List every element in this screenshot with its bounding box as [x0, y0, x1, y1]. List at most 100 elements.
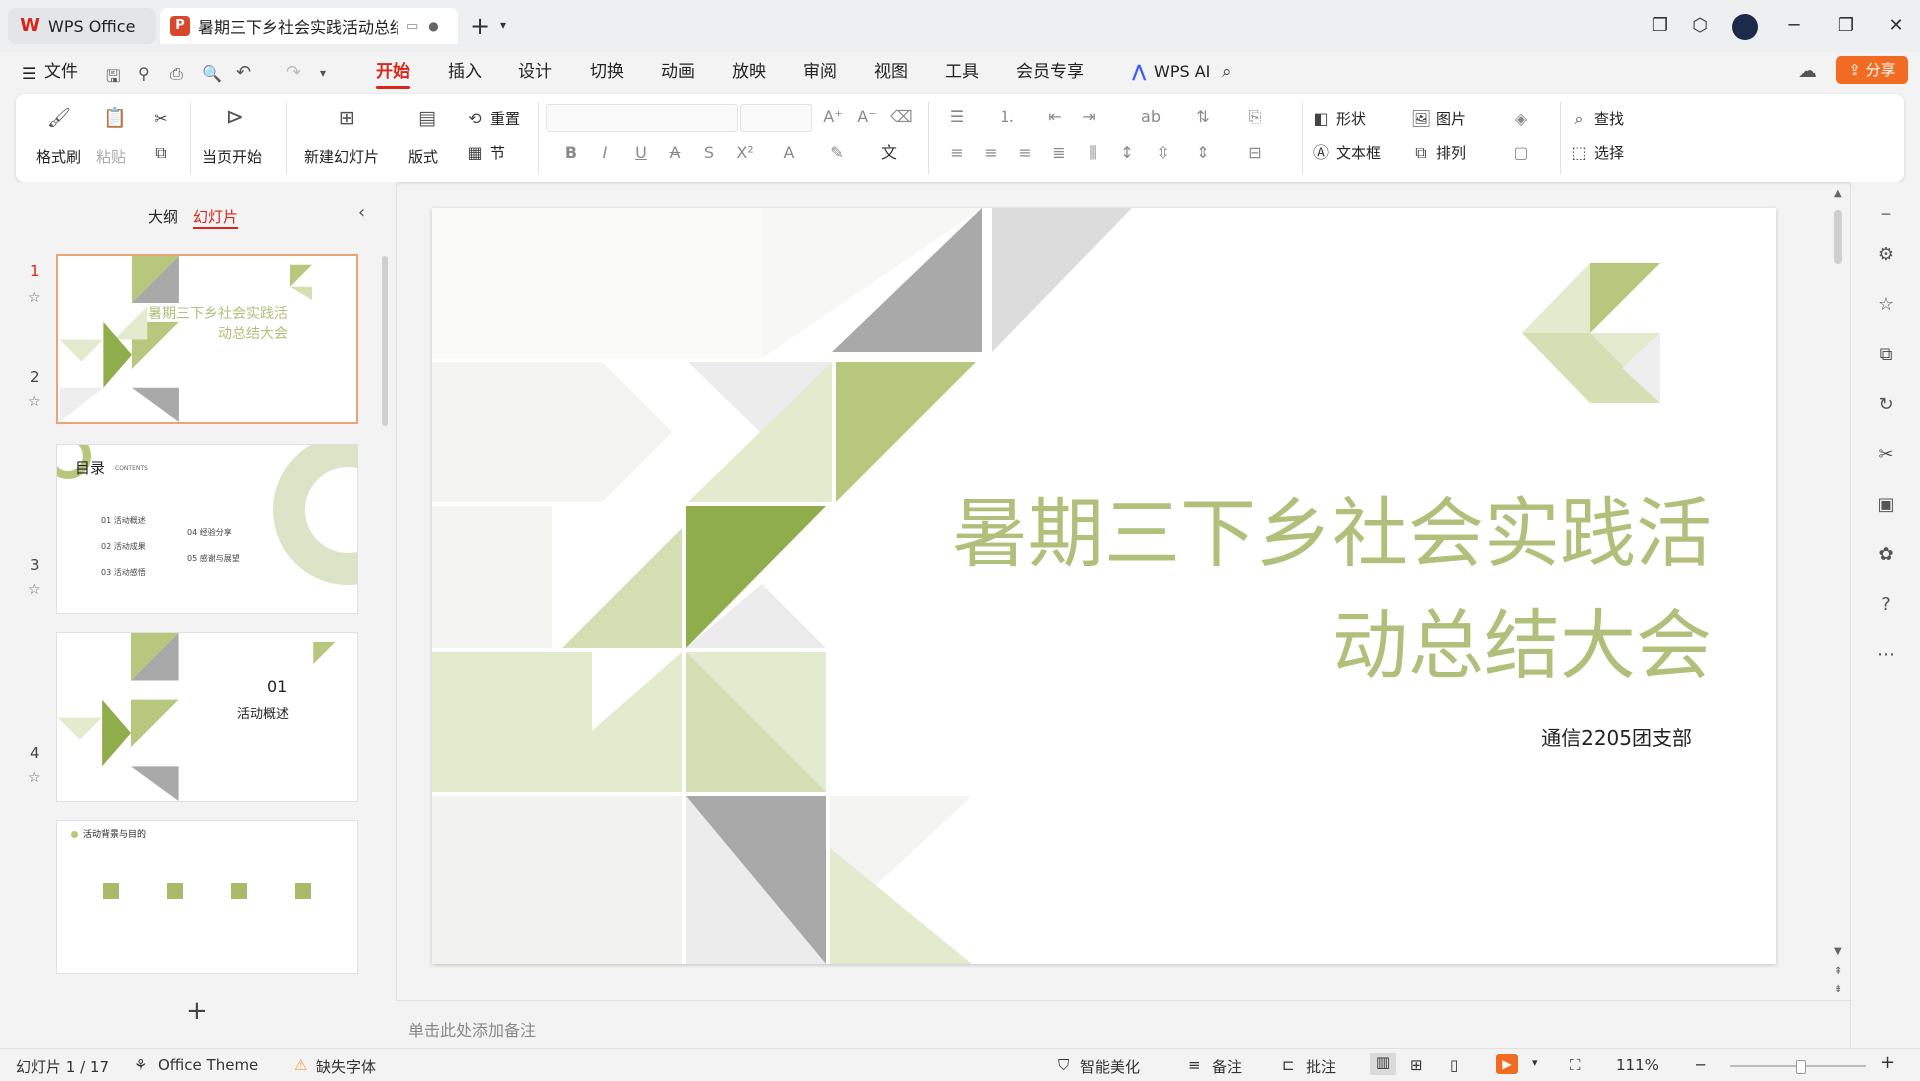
layout-button[interactable]: 版式 — [408, 146, 438, 167]
textbox-button[interactable]: 文本框 — [1336, 142, 1381, 163]
minimize-icon[interactable]: ─ — [1780, 12, 1808, 40]
restore-icon[interactable]: ❐ — [1832, 12, 1860, 40]
clear-format-icon[interactable]: ⌫ — [890, 106, 913, 128]
align-center-icon[interactable]: ≡ — [980, 142, 1002, 164]
phonetic-icon[interactable]: 文 — [878, 142, 900, 164]
new-tab-icon[interactable]: + — [470, 12, 490, 40]
next-slide-icon[interactable]: ⇟ — [1834, 984, 1842, 995]
search-icon[interactable]: ⌕ — [1222, 62, 1232, 82]
select-button[interactable]: 选择 — [1594, 142, 1624, 163]
arrange-button[interactable]: 排列 — [1436, 142, 1466, 163]
decrease-indent-icon[interactable]: ⇤ — [1044, 106, 1066, 128]
avatar[interactable] — [1732, 14, 1758, 40]
reset-button[interactable]: 重置 — [490, 108, 520, 129]
notes-button[interactable]: 备注 — [1212, 1056, 1242, 1077]
outline-icon[interactable]: ▢ — [1510, 142, 1532, 164]
zoom-in-icon[interactable]: + — [1880, 1052, 1895, 1073]
zoom-slider-handle[interactable] — [1796, 1060, 1806, 1074]
align-right-icon[interactable]: ≡ — [1014, 142, 1036, 164]
cut-icon[interactable]: ✂ — [150, 108, 172, 130]
menu-insert[interactable]: 插入 — [448, 60, 482, 84]
tab-outline[interactable]: 大纲 — [148, 206, 178, 227]
plugin-icon[interactable]: ✿ — [1873, 542, 1899, 568]
scroll-up-icon[interactable]: ▲ — [1834, 188, 1842, 199]
sort-icon[interactable]: ⇅ — [1192, 106, 1214, 128]
favorite-icon[interactable]: ☆ — [1873, 292, 1899, 318]
play-slideshow-icon[interactable]: ▶ — [1496, 1054, 1518, 1074]
unsaved-dot-icon[interactable]: ● — [428, 19, 438, 33]
menu-file[interactable]: 文件 — [44, 60, 78, 84]
undo-icon[interactable]: ↶ — [236, 62, 251, 83]
underline-icon[interactable]: U — [630, 142, 652, 164]
bold-icon[interactable]: B — [560, 142, 582, 164]
find-button[interactable]: 查找 — [1594, 108, 1624, 129]
highlight-icon[interactable]: ✎ — [826, 142, 848, 164]
missing-font-link[interactable]: 缺失字体 — [316, 1056, 376, 1077]
menu-home[interactable]: 开始 — [376, 60, 410, 89]
italic-icon[interactable]: I — [594, 142, 616, 164]
font-family-dropdown[interactable] — [546, 104, 738, 132]
shadow-icon[interactable]: S — [698, 142, 720, 164]
property-icon[interactable]: ⚙ — [1873, 242, 1899, 268]
decrease-font-icon[interactable]: A⁻ — [856, 106, 878, 128]
copy-icon[interactable]: ⧉ — [150, 142, 172, 164]
slide-thumbnail-1[interactable]: 暑期三下乡社会实践活动总结大会 — [56, 254, 358, 424]
fit-window-icon[interactable]: ⛶ — [1570, 1056, 1581, 1074]
convert-icon[interactable]: ⎘ — [1244, 106, 1266, 128]
add-slide-icon[interactable]: + — [186, 996, 208, 1026]
text-align-icon[interactable]: ⊟ — [1244, 142, 1266, 164]
slide-thumbnail-3[interactable]: 01 活动概述 — [56, 632, 358, 802]
columns-icon[interactable]: ⇕ — [1192, 142, 1214, 164]
line-spacing-icon[interactable]: ↕ — [1116, 142, 1138, 164]
play-from-current-button[interactable]: 当页开始 — [202, 146, 262, 167]
distribute-icon[interactable]: ⫼ — [1082, 142, 1104, 164]
font-size-dropdown[interactable] — [740, 104, 812, 132]
new-slide-button[interactable]: 新建幻灯片 — [304, 146, 379, 167]
menu-tools[interactable]: 工具 — [945, 60, 979, 84]
star-icon[interactable]: ☆ — [28, 582, 41, 598]
text-spacing-icon[interactable]: ab — [1140, 106, 1162, 128]
comment-panel-icon[interactable]: ⧉ — [1873, 342, 1899, 368]
font-color-icon[interactable]: A — [778, 142, 800, 164]
picture-button[interactable]: 图片 — [1436, 108, 1466, 129]
zoom-level[interactable]: 111% — [1616, 1056, 1659, 1074]
close-icon[interactable]: ✕ — [1882, 12, 1910, 40]
cloud-upload-icon[interactable]: ☁ — [1798, 60, 1817, 82]
tab-document[interactable]: P 暑期三下乡社会实践活动总结大会 ▭ ● — [160, 8, 458, 44]
comments-button[interactable]: 批注 — [1306, 1056, 1336, 1077]
collapse-panel-icon[interactable]: ‹ — [358, 202, 365, 223]
menu-design[interactable]: 设计 — [518, 60, 552, 84]
section-button[interactable]: 节 — [490, 142, 505, 163]
paragraph-spacing-icon[interactable]: ⇳ — [1152, 142, 1174, 164]
hamburger-icon[interactable]: ☰ — [22, 64, 36, 83]
star-icon[interactable]: ☆ — [28, 290, 41, 306]
slide-scrollbar-thumb[interactable] — [1834, 210, 1842, 264]
slide-subtitle[interactable]: 通信2205团支部 — [1432, 722, 1692, 751]
tab-list-chevron-icon[interactable]: ▾ — [500, 18, 506, 32]
numbering-icon[interactable]: ⒈ — [996, 106, 1018, 128]
print-preview-icon[interactable]: 🔍 — [202, 64, 222, 83]
paste-button[interactable]: 粘贴 — [96, 146, 126, 167]
quick-access-chevron-icon[interactable]: ▾ — [320, 66, 326, 80]
print-icon[interactable]: ⎙ — [170, 64, 183, 84]
panel-scrollbar[interactable] — [382, 256, 388, 426]
play-options-chevron-icon[interactable]: ▾ — [1532, 1056, 1538, 1069]
menu-wps-ai[interactable]: WPS AI — [1154, 60, 1210, 84]
menu-view[interactable]: 视图 — [874, 60, 908, 84]
more-icon[interactable]: ⋯ — [1873, 642, 1899, 668]
redo-icon[interactable]: ↷ — [286, 62, 301, 83]
book-icon[interactable]: ▣ — [1873, 492, 1899, 518]
help-icon[interactable]: ? — [1873, 592, 1899, 618]
fill-icon[interactable]: ◈ — [1510, 108, 1532, 130]
prev-slide-icon[interactable]: ⇞ — [1834, 966, 1842, 977]
menu-animation[interactable]: 动画 — [661, 60, 695, 84]
window-layout-icon[interactable]: ❐ — [1646, 12, 1674, 40]
slide-title[interactable]: 暑期三下乡社会实践活 动总结大会 — [892, 478, 1712, 702]
notes-area[interactable]: 单击此处添加备注 — [396, 1000, 1850, 1049]
key-icon[interactable]: ⚲ — [138, 64, 150, 83]
star-icon[interactable]: ☆ — [28, 770, 41, 786]
save-icon[interactable]: 🖫 — [106, 64, 120, 93]
menu-slideshow[interactable]: 放映 — [732, 60, 766, 84]
slide-canvas[interactable]: 暑期三下乡社会实践活 动总结大会 通信2205团支部 — [432, 208, 1776, 964]
slide-thumbnail-2[interactable]: 目录 CONTENTS 01 活动概述 02 活动成果 03 活动感悟 04 经… — [56, 444, 358, 614]
